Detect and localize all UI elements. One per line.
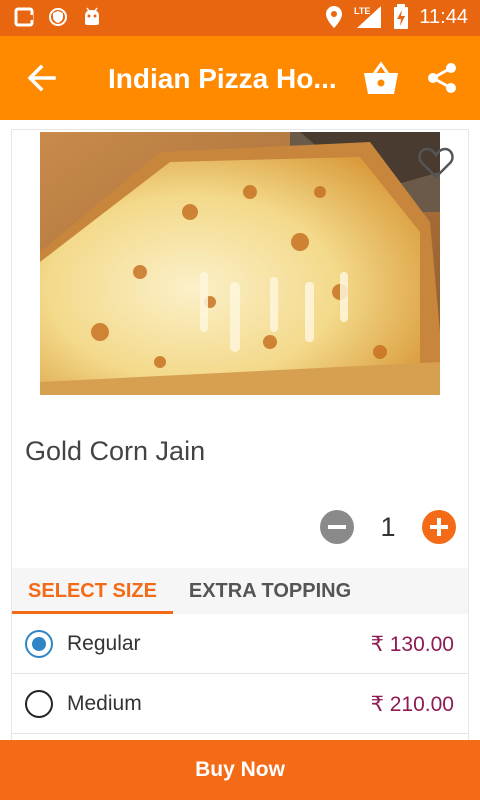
quantity-value: 1 [380,511,396,542]
radio-button-unselected[interactable] [25,690,53,718]
size-label: Regular [67,632,141,655]
quantity-stepper: 1 [320,510,456,544]
product-name: Gold Corn Jain [25,436,206,466]
pizza-slice-image [40,132,440,395]
share-icon[interactable] [426,62,458,94]
back-arrow-icon[interactable] [26,62,58,94]
cart-basket-icon[interactable] [362,60,400,96]
pizza-image [40,132,440,395]
network-type-label: LTE [354,6,370,16]
status-bar: LTE 11:44 [0,0,480,36]
location-icon [326,6,343,28]
status-bar-right-icons: LTE 11:44 [325,4,468,30]
size-label: Medium [67,692,142,715]
size-price: ₹ 210.00 [370,693,454,716]
cast-icon [14,7,34,27]
size-option-regular[interactable]: Regular ₹ 130.00 [12,614,468,674]
product-card: Gold Corn Jain 1 SELECT SIZE EXTRA TOPPI… [12,130,468,750]
app-bar: Indian Pizza Ho... [0,36,480,120]
buy-now-button[interactable]: Buy Now [0,740,480,800]
page-title: Indian Pizza Ho... [108,63,337,94]
size-option-medium[interactable]: Medium ₹ 210.00 [12,674,468,734]
size-price: ₹ 130.00 [370,633,454,656]
tab-select-size[interactable]: SELECT SIZE [12,568,173,614]
decrease-quantity-button[interactable] [320,510,354,544]
increase-quantity-button[interactable] [422,510,456,544]
option-tabs: SELECT SIZE EXTRA TOPPING [12,568,468,614]
vpn-icon [49,8,67,26]
radio-button-selected[interactable] [25,630,53,658]
tab-extra-topping[interactable]: EXTRA TOPPING [180,568,360,614]
status-bar-left-icons [14,6,102,28]
android-icon [85,7,99,25]
signal-icon: LTE [354,6,382,28]
status-time: 11:44 [419,5,468,28]
battery-charging-icon [394,4,409,29]
heart-outline-icon[interactable] [418,146,454,180]
